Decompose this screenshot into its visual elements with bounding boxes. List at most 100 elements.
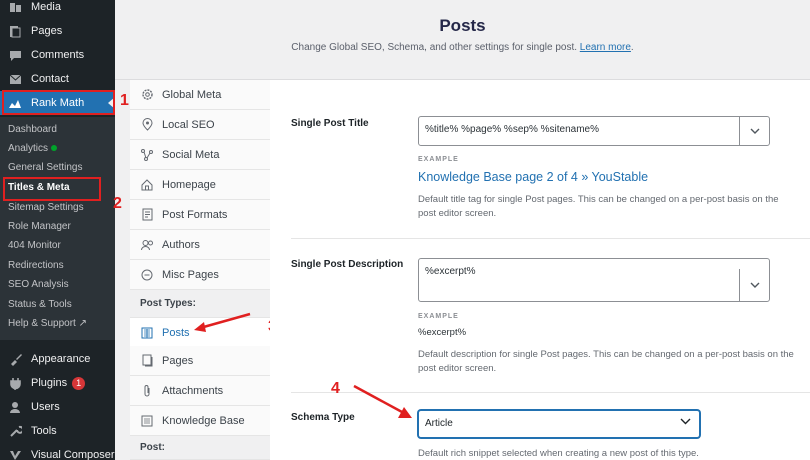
book-icon [140, 414, 154, 428]
submenu-sitemap-settings[interactable]: Sitemap Settings [8, 199, 84, 217]
tab-post-formats-label: Post Formats [162, 208, 228, 221]
tab-social-meta[interactable]: Social Meta [130, 140, 270, 170]
description-example-label: EXAMPLE [418, 313, 459, 320]
brush-icon [8, 352, 22, 366]
section-divider [291, 238, 810, 239]
tab-misc-pages[interactable]: Misc Pages [130, 260, 270, 290]
submenu-dashboard[interactable]: Dashboard [8, 121, 57, 139]
menu-users-label: Users [31, 401, 60, 413]
tab-attachments[interactable]: Attachments [130, 376, 270, 406]
menu-tools[interactable]: Tools [0, 419, 115, 443]
schema-type-value: Article [425, 418, 453, 429]
single-post-description-input[interactable]: %excerpt% [418, 258, 770, 302]
tab-local-seo[interactable]: Local SEO [130, 110, 270, 140]
plugins-update-badge: 1 [72, 376, 86, 390]
menu-plugins[interactable]: Plugins 1 [0, 371, 115, 395]
learn-more-link[interactable]: Learn more [580, 42, 631, 53]
submenu-analytics[interactable]: Analytics [8, 140, 58, 158]
tab-social-meta-label: Social Meta [162, 148, 220, 161]
tab-pages[interactable]: Pages [130, 346, 270, 376]
subtitle-period: . [630, 42, 634, 53]
tab-homepage[interactable]: Homepage [130, 170, 270, 200]
users-icon [140, 238, 154, 252]
tab-post-formats[interactable]: Post Formats [130, 200, 270, 230]
page-subtitle: Change Global SEO, Schema, and other set… [115, 42, 810, 53]
pages-icon [8, 24, 22, 38]
title-input-value: %title% %page% %sep% %sitename% [425, 124, 599, 135]
menu-appearance-label: Appearance [31, 353, 91, 365]
title-example-label: EXAMPLE [418, 156, 459, 163]
description-example-value: %excerpt% [418, 327, 467, 338]
submenu-seo-analysis[interactable]: SEO Analysis [8, 276, 69, 294]
menu-pages[interactable]: Pages [0, 19, 115, 43]
grid-document-icon [140, 326, 154, 340]
menu-media-label: Media [31, 1, 61, 13]
description-variables-toggle[interactable] [739, 269, 769, 301]
annotation-arrow-4 [353, 384, 412, 418]
wrench-icon [8, 424, 22, 438]
tab-global-meta-label: Global Meta [162, 88, 222, 101]
menu-visual-composer[interactable]: Visual Composer [0, 443, 115, 460]
external-link-icon: ↗ [78, 318, 87, 329]
submenu-status-tools[interactable]: Status & Tools [8, 296, 72, 314]
location-pin-icon [140, 118, 154, 132]
single-post-title-input[interactable]: %title% %page% %sep% %sitename% [418, 116, 770, 146]
title-example-value: Knowledge Base page 2 of 4 » YouStable [418, 170, 649, 184]
submenu-redirections[interactable]: Redirections [8, 257, 64, 275]
submenu-help-label: Help & Support [8, 318, 76, 329]
page-title: Posts [439, 16, 486, 35]
submenu-analytics-label: Analytics [8, 143, 49, 154]
tab-attachments-label: Attachments [162, 384, 224, 397]
schema-type-select[interactable]: Article [418, 410, 700, 438]
gear-icon [140, 88, 154, 102]
menu-users[interactable]: Users [0, 395, 115, 419]
rank-math-submenu: Dashboard Analytics General Settings Tit… [0, 117, 115, 340]
plugin-icon [8, 376, 22, 390]
submenu-role-manager-label: Role Manager [8, 221, 71, 232]
tab-authors[interactable]: Authors [130, 230, 270, 260]
menu-pages-label: Pages [31, 25, 63, 37]
submenu-help-support[interactable]: Help & Support ↗ [8, 315, 87, 333]
menu-visual-composer-label: Visual Composer [31, 449, 115, 460]
document-icon [140, 208, 154, 222]
tab-knowledge-base-label: Knowledge Base [162, 414, 245, 427]
annotation-box-rank-math [2, 90, 115, 115]
annotation-box-titles-meta [3, 177, 101, 201]
submenu-redirections-label: Redirections [8, 260, 64, 271]
submenu-status-tools-label: Status & Tools [8, 299, 72, 310]
menu-plugins-label: Plugins [31, 377, 68, 389]
submenu-dashboard-label: Dashboard [8, 124, 57, 135]
single-post-title-label: Single Post Title [291, 118, 369, 129]
chevron-down-icon [750, 128, 759, 134]
tab-authors-label: Authors [162, 238, 200, 251]
page-subtitle-text: Change Global SEO, Schema, and other set… [291, 42, 577, 53]
submenu-general-settings[interactable]: General Settings [8, 159, 83, 177]
menu-media[interactable]: Media [0, 0, 115, 19]
page-icon [140, 354, 154, 368]
comments-icon [8, 48, 22, 62]
submenu-404-label: 404 Monitor [8, 240, 61, 251]
menu-contact-label: Contact [31, 73, 69, 85]
submenu-seo-analysis-label: SEO Analysis [8, 279, 69, 290]
admin-sidebar: Media Pages Comments Contact Rank Math D… [0, 0, 115, 460]
mail-icon [8, 72, 22, 86]
menu-tools-label: Tools [31, 425, 57, 437]
menu-contact[interactable]: Contact [0, 67, 115, 91]
submenu-role-manager[interactable]: Role Manager [8, 218, 71, 236]
chevron-down-icon [750, 282, 759, 288]
annotation-number-4: 4 [331, 380, 340, 397]
settings-tabs: Global Meta Local SEO Social Meta Homepa… [130, 80, 270, 460]
menu-comments[interactable]: Comments [0, 43, 115, 67]
user-icon [8, 400, 22, 414]
tab-knowledge-base[interactable]: Knowledge Base [130, 406, 270, 436]
variables-dropdown-toggle[interactable] [739, 117, 769, 145]
vc-icon [8, 448, 22, 460]
tab-homepage-label: Homepage [162, 178, 216, 191]
tab-pages-label: Pages [162, 354, 194, 367]
tab-global-meta[interactable]: Global Meta [130, 80, 270, 110]
submenu-general-settings-label: General Settings [8, 162, 83, 173]
menu-appearance[interactable]: Appearance [0, 347, 115, 371]
submenu-404-monitor[interactable]: 404 Monitor [8, 237, 61, 255]
misc-icon [140, 268, 154, 282]
schema-type-label: Schema Type [291, 412, 355, 423]
